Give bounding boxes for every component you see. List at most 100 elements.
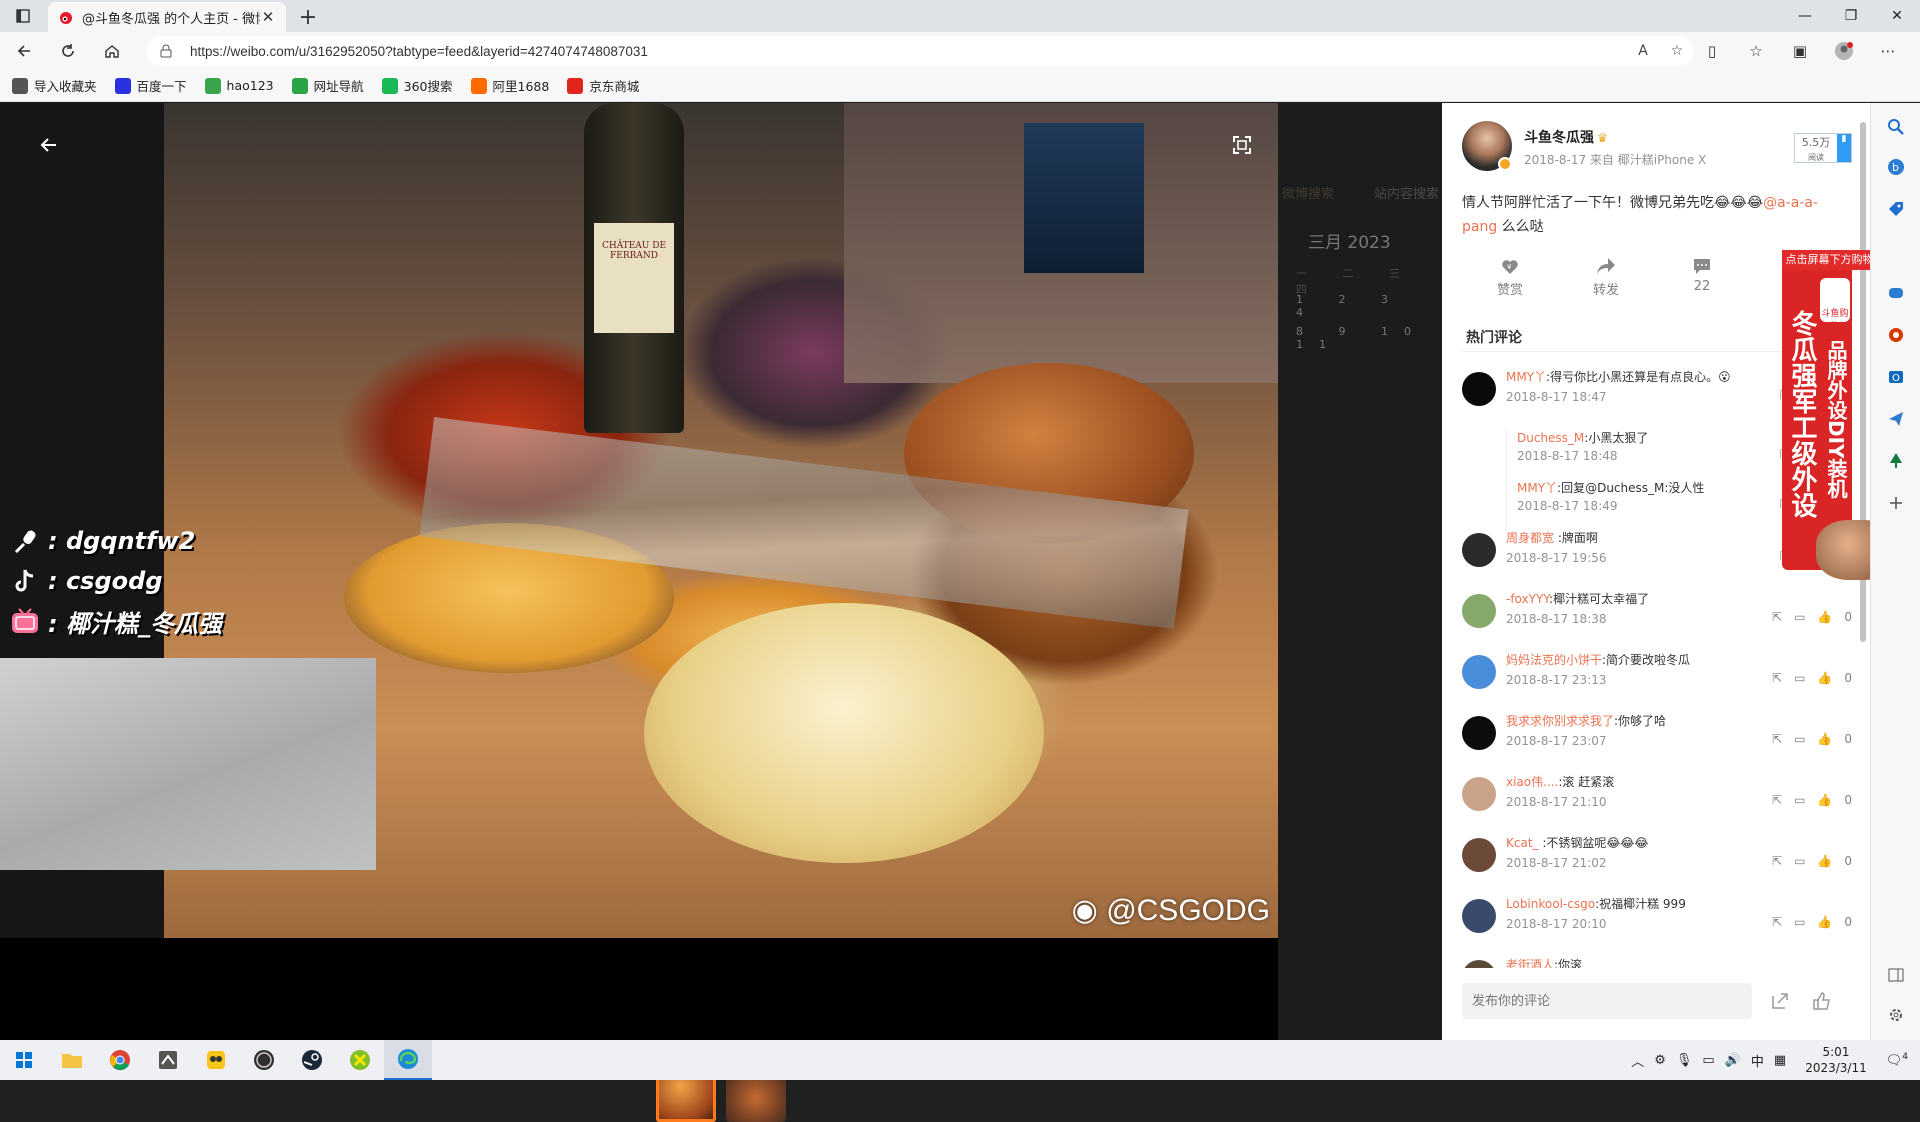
network-icon[interactable]: ▭ [1702,1053,1714,1068]
reply-icon[interactable]: ▭ [1794,793,1805,807]
reward-button[interactable]: ¥ 赞赏 [1462,253,1558,313]
keyboard-grid-icon[interactable]: ▦ [1774,1053,1786,1068]
commenter-name[interactable]: -foxYYY [1506,592,1549,606]
steam-tray-icon[interactable]: ⚙ [1654,1053,1666,1068]
comment-input[interactable] [1462,983,1752,1019]
commenter-avatar[interactable] [1462,716,1496,750]
windows-start-icon[interactable] [0,1040,48,1080]
commenter-avatar[interactable] [1462,594,1496,628]
edge-taskbar-icon[interactable] [384,1040,432,1080]
read-aloud-icon[interactable]: A [1626,43,1660,59]
repost-button[interactable]: 转发 [1558,253,1654,313]
tree-icon[interactable] [1884,449,1908,473]
app-icon[interactable] [144,1040,192,1080]
outlook-icon[interactable]: O [1884,365,1908,389]
refresh-button[interactable] [48,34,88,68]
thumbs-up-icon[interactable]: 👍 [1817,793,1832,807]
share-icon[interactable]: ⇱ [1772,610,1782,624]
lock-icon[interactable] [160,42,178,60]
commenter-avatar[interactable] [1462,777,1496,811]
bookmark-item[interactable]: hao123 [204,77,274,94]
chevron-up-icon[interactable]: ︿ [1631,1051,1644,1070]
close-window-button[interactable]: ✕ [1874,0,1920,32]
home-button[interactable] [92,34,132,68]
more-menu-icon[interactable]: ⋯ [1866,36,1910,66]
share-icon[interactable]: ⇱ [1772,671,1782,685]
bookmark-item[interactable]: 360搜索 [381,76,453,95]
url-text[interactable]: https://weibo.com/u/3162952050?tabtype=f… [190,44,1626,59]
add-icon[interactable] [1884,491,1908,515]
commenter-avatar[interactable] [1462,372,1496,406]
bookmark-item[interactable]: 阿里1688 [470,76,549,95]
window-menu-icon[interactable] [0,0,46,32]
clock[interactable]: 5:01 2023/3/11 [1805,1044,1867,1076]
office-icon[interactable] [1884,323,1908,347]
sidebar-toggle-icon[interactable] [1884,963,1908,987]
ime-indicator[interactable]: 中 [1751,1051,1764,1070]
commenter-avatar[interactable] [1462,533,1496,567]
share-icon[interactable]: ⇱ [1772,915,1782,929]
restore-button[interactable]: ❐ [1828,0,1874,32]
new-tab-button[interactable]: + [292,2,324,32]
minimize-button[interactable]: — [1782,0,1828,32]
favorite-star-icon[interactable]: ☆ [1660,43,1694,59]
commenter-avatar[interactable] [1462,655,1496,689]
fullscreen-icon[interactable] [1221,124,1263,166]
bookmark-item[interactable]: 京东商城 [567,76,639,95]
chrome-icon[interactable] [96,1040,144,1080]
tab-close-icon[interactable]: ✕ [260,8,276,26]
bookmark-item[interactable]: 导入收藏夹 [12,76,97,95]
reply-icon[interactable]: ▭ [1794,671,1805,685]
reply-icon[interactable]: ▭ [1794,610,1805,624]
owl-app-icon[interactable] [192,1040,240,1080]
notification-icon[interactable]: 🗨4 [1886,1052,1908,1068]
bookmark-item[interactable]: 百度一下 [114,76,187,95]
url-field[interactable]: https://weibo.com/u/3162952050?tabtype=f… [146,36,1694,66]
commenter-avatar[interactable] [1462,960,1496,968]
commenter-name[interactable]: Duchess_M [1517,431,1584,445]
commenter-name[interactable]: 妈妈法克的小饼干 [1506,653,1602,667]
thumbs-up-icon[interactable]: 👍 [1817,732,1832,746]
thumbs-up-icon[interactable]: 👍 [1817,915,1832,929]
volume-icon[interactable]: 🔊 [1725,1053,1741,1068]
comment-button[interactable]: 22 [1654,253,1750,313]
share-icon[interactable]: ⇱ [1772,854,1782,868]
bing-icon[interactable]: b [1884,155,1908,179]
collections-icon[interactable]: ▣ [1778,36,1822,66]
commenter-name[interactable]: 周身都宽 [1506,531,1554,545]
commenter-name[interactable]: Kcat_ [1506,836,1539,850]
split-screen-icon[interactable]: ▯ [1690,36,1734,66]
file-explorer-icon[interactable] [48,1040,96,1080]
games-icon[interactable] [1884,281,1908,305]
favorites-icon[interactable]: ☆ [1734,36,1778,66]
bookmark-item[interactable]: 网址导航 [291,76,364,95]
steam-icon[interactable] [288,1040,336,1080]
commenter-name[interactable]: MMY丫 [1517,481,1557,495]
author-name-text[interactable]: 斗鱼冬瓜强 [1524,130,1594,146]
thumbs-up-icon[interactable]: 👍 [1817,854,1832,868]
profile-avatar[interactable] [1822,36,1866,66]
reply-icon[interactable]: ▭ [1794,915,1805,929]
like-icon[interactable] [1808,987,1836,1015]
mic-tray-icon[interactable]: 🎙 [1676,1053,1693,1068]
browser-tab[interactable]: @斗鱼冬瓜强 的个人主页 - 微博 ✕ [48,2,286,32]
send-icon[interactable] [1884,407,1908,431]
share-icon[interactable]: ⇱ [1772,793,1782,807]
commenter-avatar[interactable] [1462,838,1496,872]
commenter-avatar[interactable] [1462,899,1496,933]
search-icon[interactable] [1884,115,1908,139]
viewer-back-button[interactable] [28,124,70,166]
commenter-name[interactable]: xiao伟.... [1506,775,1558,789]
commenter-name[interactable]: Lobinkool-csgo [1506,897,1595,911]
thumbs-up-icon[interactable]: 👍 [1817,671,1832,685]
commenter-name[interactable]: MMY丫 [1506,370,1546,384]
settings-gear-icon[interactable] [1884,1003,1908,1027]
commenter-name[interactable]: 老街酒人 [1506,958,1554,968]
obs-icon[interactable] [240,1040,288,1080]
share-icon[interactable]: ⇱ [1772,732,1782,746]
commenter-name[interactable]: 我求求你别求求我了 [1506,714,1614,728]
author-name[interactable]: 斗鱼冬瓜强 ♛ [1524,127,1608,147]
back-button[interactable] [4,34,44,68]
reply-icon[interactable]: ▭ [1794,732,1805,746]
game-app-icon[interactable] [336,1040,384,1080]
